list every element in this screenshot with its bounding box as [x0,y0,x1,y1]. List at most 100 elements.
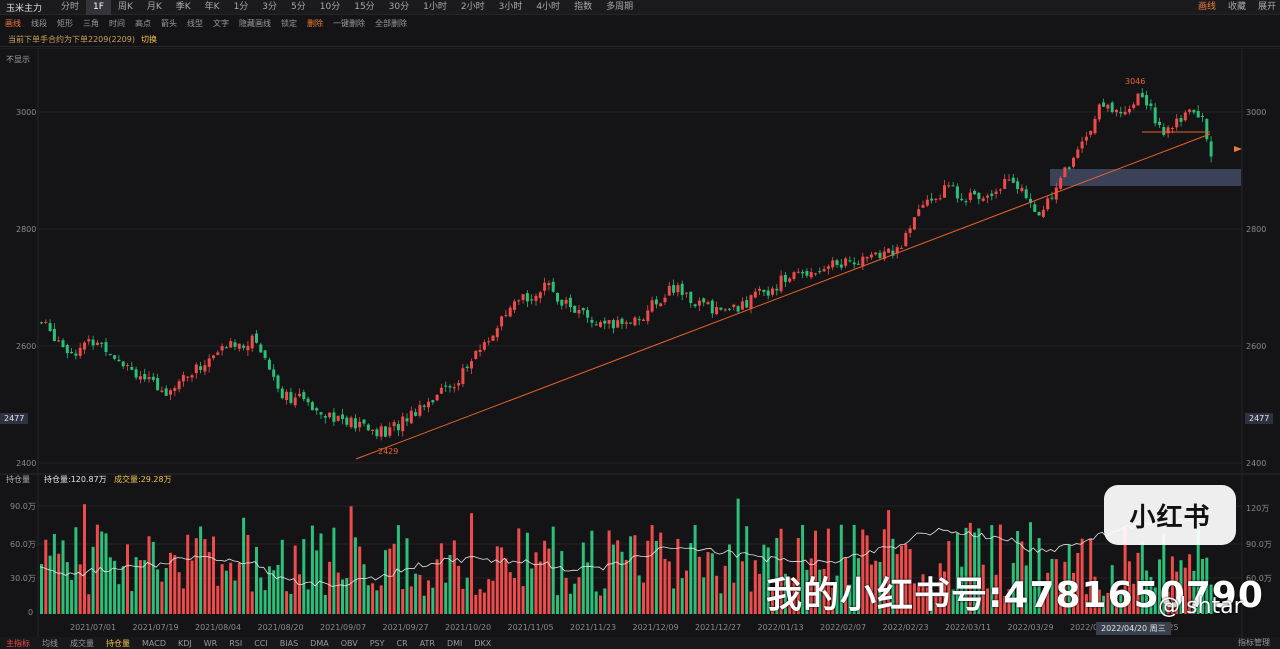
draw-tool[interactable]: 高点 [130,18,156,29]
draw-tool[interactable]: 三角 [78,18,104,29]
draw-tool[interactable]: 一键删除 [328,18,370,29]
tab-indicator[interactable]: DMA [304,639,335,648]
tab-indicator[interactable]: CCI [248,639,274,648]
candle-body [414,412,418,416]
draw-tool[interactable]: 线型 [182,18,208,29]
tab-indicator[interactable]: DMI [441,639,468,648]
tab-timeframe[interactable]: 30分 [382,0,416,15]
tab-timeframe[interactable]: 1小时 [416,0,454,15]
tab-indicator[interactable]: DKX [468,639,497,648]
volume-bar [422,595,426,614]
candle-body [865,257,869,259]
tab-timeframe[interactable]: 周K [111,0,140,15]
candle-body [237,343,241,349]
tab-indicator-active[interactable]: 持仓量 [100,638,136,649]
tab-indicator[interactable]: BIAS [274,639,304,648]
volume-bar [418,574,422,614]
candle-body [659,303,663,307]
volume-bar [758,573,762,614]
volume-tick-left: 60.0万 [10,540,36,549]
tab-indicator[interactable]: MACD [136,639,172,648]
draw-tool[interactable]: 时间 [104,18,130,29]
tab-timeframe[interactable]: 4小时 [529,0,567,15]
volume-bar [504,558,508,614]
candle-body [831,260,835,268]
candle-body [353,418,357,429]
volume-bar [289,593,293,614]
volume-bar [74,527,78,614]
draw-tool[interactable]: 隐藏画线 [234,18,276,29]
tab-indicator[interactable]: KDJ [172,639,198,648]
draw-tool[interactable]: 画线 [0,18,26,29]
volume-bar [560,551,564,614]
volume-bar [586,562,590,614]
candle-body [809,272,813,278]
tab-timeframe[interactable]: 1分 [227,0,256,15]
tab-indicator[interactable]: 均线 [36,638,64,649]
tab-timeframe[interactable]: 3分 [255,0,284,15]
draw-tool[interactable]: 全部删除 [370,18,412,29]
candle-body [586,310,590,318]
tab-indicator[interactable]: CR [391,639,414,648]
candle-body [147,377,151,380]
tab-indicator[interactable]: 成交量 [64,638,100,649]
draw-tool[interactable]: 锁定 [276,18,302,29]
tab-timeframe[interactable]: 多周期 [599,0,640,15]
tab-timeframe[interactable]: 2小时 [454,0,492,15]
candle-body [968,192,972,200]
tab-timeframe[interactable]: 指数 [567,0,599,15]
volume-bar [603,588,607,614]
expand-button[interactable]: 展开 [1258,0,1276,15]
tab-indicator[interactable]: OBV [335,639,364,648]
draw-tool[interactable]: 删除 [302,18,328,29]
switch-contract-button[interactable]: 切换 [141,34,157,45]
candle-body [216,352,220,355]
tab-indicator[interactable]: 主指标 [0,638,36,649]
volume-bar [444,582,448,614]
volume-bar [302,539,306,614]
draw-tool[interactable]: 线段 [26,18,52,29]
tab-timeframe[interactable]: 5分 [284,0,313,15]
volume-bar [762,544,766,614]
volume-bar [70,579,74,614]
tab-timeframe[interactable]: 10分 [313,0,347,15]
candle-body [1093,118,1097,134]
unshow-dropdown[interactable]: 不显示 [6,54,30,65]
tab-timeframe[interactable]: 15分 [347,0,381,15]
draw-line-button[interactable]: 画线 [1198,0,1216,15]
volume-bar [753,560,757,614]
tab-timeframe[interactable]: 年K [198,0,227,15]
tab-timeframe[interactable]: 季K [169,0,198,15]
indicator-select[interactable]: 持仓量 [6,474,30,485]
draw-tool[interactable]: 文字 [208,18,234,29]
tab-indicator[interactable]: PSY [364,639,391,648]
draw-tool[interactable]: 矩形 [52,18,78,29]
candle-body [418,405,422,416]
indicator-tabs: 主指标 均线 成交量 持仓量 MACD KDJ WR RSI CCI BIAS … [0,637,1280,649]
volume-bar [689,543,693,614]
volume-bar [358,546,362,614]
tab-indicator[interactable]: RSI [223,639,248,648]
tab-timeframe[interactable]: 分时 [54,0,86,15]
candle-body [457,383,461,386]
candle-body [637,319,641,321]
indicator-manage-button[interactable]: 指标管理 [1238,637,1270,648]
symbol-name[interactable]: 玉米主力 [6,1,42,14]
candle-body [702,298,706,303]
candle-body [220,346,224,351]
candle-body [762,289,766,293]
tab-timeframe[interactable]: 月K [140,0,169,15]
tab-timeframe[interactable]: 3小时 [492,0,530,15]
candlestick-series [40,88,1213,441]
volume-bar [285,591,289,614]
tab-indicator[interactable]: ATR [414,639,441,648]
kline-chart[interactable]: 3000 2800 2600 2400 3000 2800 2600 2400 … [0,48,1280,637]
tab-timeframe-active[interactable]: 1F [86,0,111,15]
favorite-button[interactable]: 收藏 [1228,0,1246,15]
candle-body [435,394,439,401]
draw-tool[interactable]: 箭头 [156,18,182,29]
candle-body [530,299,534,301]
candle-body [943,185,946,198]
tab-indicator[interactable]: WR [198,639,223,648]
volume-tick-left: 30.0万 [10,574,36,583]
